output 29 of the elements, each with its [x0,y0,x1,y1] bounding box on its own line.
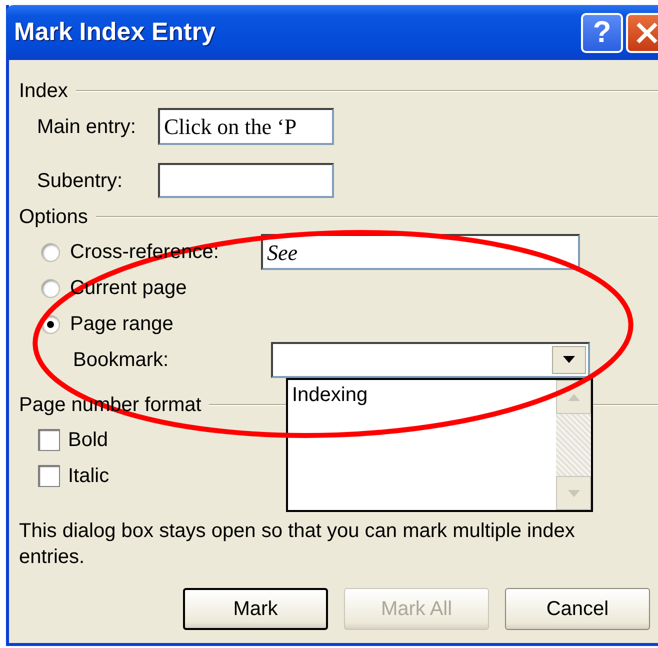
help-button[interactable]: ? [581,12,623,52]
scrollbar[interactable] [556,380,591,510]
dialog-button[interactable]: Cancel [505,588,650,630]
radio-button[interactable] [41,278,60,298]
close-icon [634,20,658,46]
caret-icon [563,356,575,364]
list-item[interactable]: Indexing [288,380,556,410]
bookmark-combo[interactable] [271,342,590,378]
radio-button[interactable] [41,242,60,262]
field-label: Main entry: [36,114,137,140]
main-entry-field[interactable]: Click on the ‘P [158,108,334,145]
dropdown-button[interactable] [552,346,586,374]
note-text: This dialog box stays open so that you can mark multiple index entries. [19,519,576,570]
checkbox-label[interactable]: Italic [68,461,110,491]
caret-icon [568,490,580,496]
window-title: Mark Index Entry [14,16,216,48]
section-label: Options [19,205,88,230]
subentry-field[interactable] [158,163,334,198]
checkbox-label[interactable]: Bold [68,425,108,455]
close-button[interactable] [626,12,658,52]
checkbox[interactable] [38,465,60,487]
caret-icon [568,394,580,400]
field-label: Subentry: [36,168,124,194]
field-label: Bookmark: [72,348,170,373]
radio-label[interactable]: Page range [70,309,261,339]
dialog-button[interactable]: Mark [183,588,328,630]
section-label: Index [19,79,68,104]
bookmark-list[interactable]: Indexing [286,378,593,512]
checkbox[interactable] [38,429,60,451]
